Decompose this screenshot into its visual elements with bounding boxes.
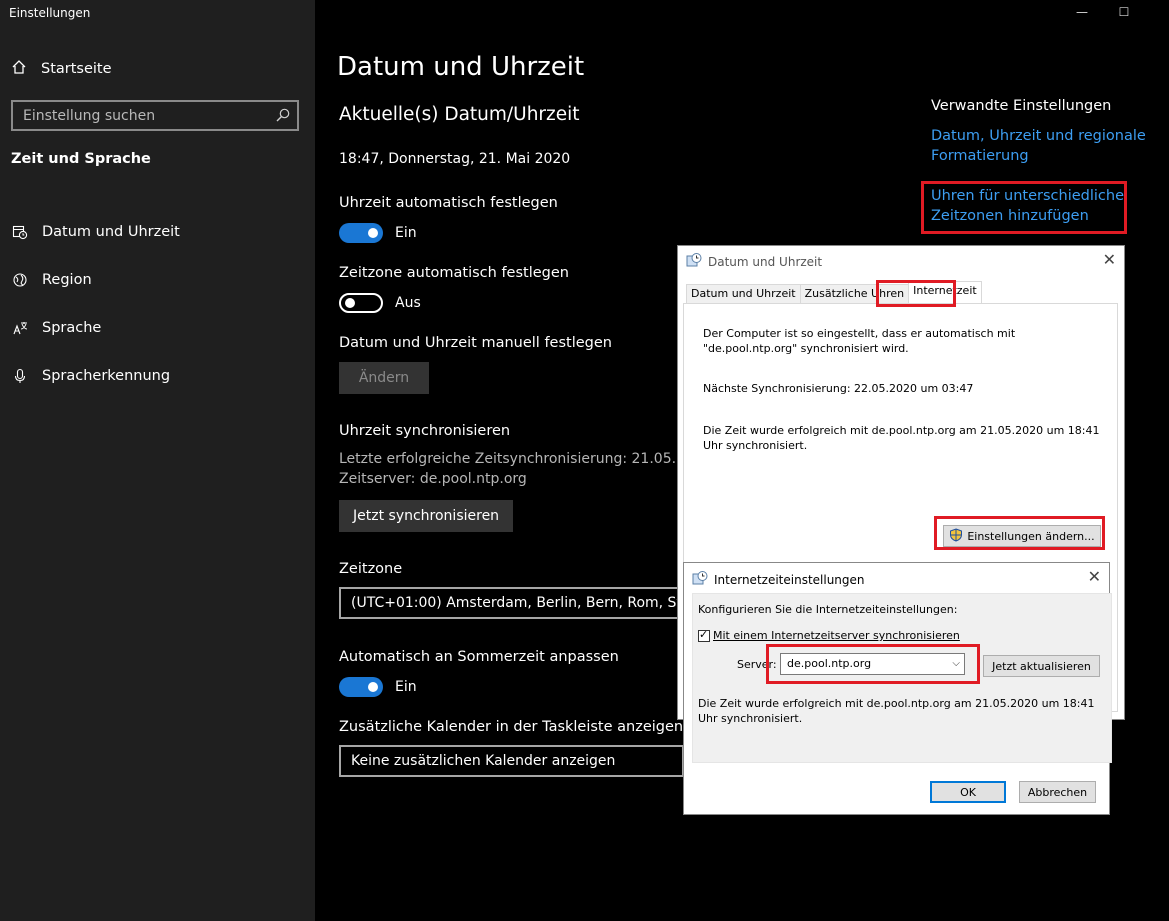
home-icon: [11, 59, 27, 79]
auto-time-label: Uhrzeit automatisch festlegen: [339, 195, 558, 211]
sidebar-item-label: Sprache: [42, 320, 102, 336]
sidebar-item-language[interactable]: Sprache: [11, 304, 180, 352]
dst-label: Automatisch an Sommerzeit anpassen: [339, 649, 619, 665]
app-title: Einstellungen: [9, 6, 91, 20]
highlight-box-settings-button: [934, 516, 1105, 550]
config-heading: Konfigurieren Sie die Internetzeiteinste…: [698, 603, 958, 616]
close-icon[interactable]: ✕: [1088, 567, 1101, 586]
sync-status-text: Die Zeit wurde erfolgreich mit de.pool.n…: [698, 697, 1095, 725]
datetime-dialog-title: Datum und Uhrzeit: [686, 252, 822, 271]
close-icon[interactable]: ✕: [1103, 250, 1116, 269]
calendar-clock-icon: [11, 224, 29, 240]
auto-zone-state: Aus: [395, 295, 421, 311]
dst-toggle[interactable]: [339, 677, 383, 697]
calendar-label: Zusätzliche Kalender in der Taskleiste a…: [339, 719, 684, 735]
sidebar-item-region[interactable]: Region: [11, 256, 180, 304]
timezone-select[interactable]: (UTC+01:00) Amsterdam, Berlin, Bern, Rom…: [339, 587, 684, 619]
sync-checkbox-row[interactable]: Mit einem Internetzeitserver synchronisi…: [698, 628, 960, 642]
related-settings-title: Verwandte Einstellungen: [931, 98, 1112, 114]
internet-time-dialog-title: Internetzeiteinstellungen: [692, 570, 865, 589]
current-datetime-heading: Aktuelle(s) Datum/Uhrzeit: [339, 104, 580, 125]
regional-format-link[interactable]: Datum, Uhrzeit und regionale Formatierun…: [931, 126, 1146, 166]
clock-app-icon: [686, 252, 702, 271]
time-server-text: Zeitserver: de.pool.ntp.org: [339, 471, 527, 487]
internet-time-dialog: Internetzeiteinstellungen ✕ Konfiguriere…: [683, 562, 1112, 815]
globe-icon: [11, 272, 29, 288]
sidebar-nav: Datum und Uhrzeit Region Sprache Sprache…: [11, 208, 180, 400]
sidebar-item-home[interactable]: Startseite: [11, 58, 112, 80]
internet-time-dialog-title-text: Internetzeiteinstellungen: [714, 572, 865, 587]
sidebar-item-home-label: Startseite: [41, 61, 112, 77]
sync-checkbox[interactable]: [698, 628, 710, 642]
auto-time-toggle[interactable]: [339, 223, 383, 243]
tab-date-time[interactable]: Datum und Uhrzeit: [686, 284, 801, 303]
dst-state: Ein: [395, 679, 417, 695]
sync-checkbox-label: Mit einem Internetzeitserver synchronisi…: [713, 629, 960, 642]
sync-config-text: Der Computer ist so eingestellt, dass er…: [703, 327, 1016, 355]
minimize-button[interactable]: —: [1070, 4, 1094, 20]
search-input[interactable]: [13, 102, 297, 129]
ok-button[interactable]: OK: [930, 781, 1006, 803]
cancel-button[interactable]: Abbrechen: [1019, 781, 1096, 803]
manual-datetime-label: Datum und Uhrzeit manuell festlegen: [339, 335, 612, 351]
sync-now-button[interactable]: Jetzt synchronisieren: [339, 500, 514, 532]
sync-success-text: Die Zeit wurde erfolgreich mit de.pool.n…: [703, 424, 1100, 452]
sidebar-item-label: Region: [42, 272, 92, 288]
page-title: Datum und Uhrzeit: [337, 52, 585, 82]
search-icon[interactable]: [275, 107, 291, 127]
highlight-box-tab: [876, 280, 956, 307]
update-now-button[interactable]: Jetzt aktualisieren: [983, 655, 1100, 677]
sync-label: Uhrzeit synchronisieren: [339, 423, 511, 439]
auto-time-state: Ein: [395, 225, 417, 241]
language-icon: [11, 320, 29, 336]
sidebar-section-title: Zeit und Sprache: [11, 151, 151, 167]
search-box[interactable]: [11, 100, 299, 131]
highlight-box-server: [766, 644, 980, 684]
clock-app-icon: [692, 570, 708, 589]
current-datetime: 18:47, Donnerstag, 21. Mai 2020: [339, 151, 571, 167]
sidebar-item-label: Datum und Uhrzeit: [42, 224, 180, 240]
calendar-select[interactable]: Keine zusätzlichen Kalender anzeigen: [339, 745, 684, 777]
window-controls: — ☐: [1070, 4, 1136, 20]
highlight-box-link: [921, 181, 1127, 234]
microphone-icon: [11, 368, 29, 384]
datetime-dialog-title-text: Datum und Uhrzeit: [708, 254, 823, 269]
sidebar-item-speech[interactable]: Spracherkennung: [11, 352, 180, 400]
next-sync-text: Nächste Synchronisierung: 22.05.2020 um …: [703, 382, 974, 395]
auto-zone-toggle[interactable]: [339, 293, 383, 313]
sidebar-item-date-time[interactable]: Datum und Uhrzeit: [11, 208, 180, 256]
timezone-label: Zeitzone: [339, 561, 403, 577]
sidebar: Einstellungen Startseite Zeit und Sprach…: [0, 0, 315, 921]
change-datetime-button[interactable]: Ändern: [339, 362, 429, 394]
auto-zone-label: Zeitzone automatisch festlegen: [339, 265, 569, 281]
sidebar-item-label: Spracherkennung: [42, 368, 171, 384]
last-sync-text: Letzte erfolgreiche Zeitsynchronisierung…: [339, 451, 712, 467]
maximize-button[interactable]: ☐: [1112, 4, 1136, 20]
